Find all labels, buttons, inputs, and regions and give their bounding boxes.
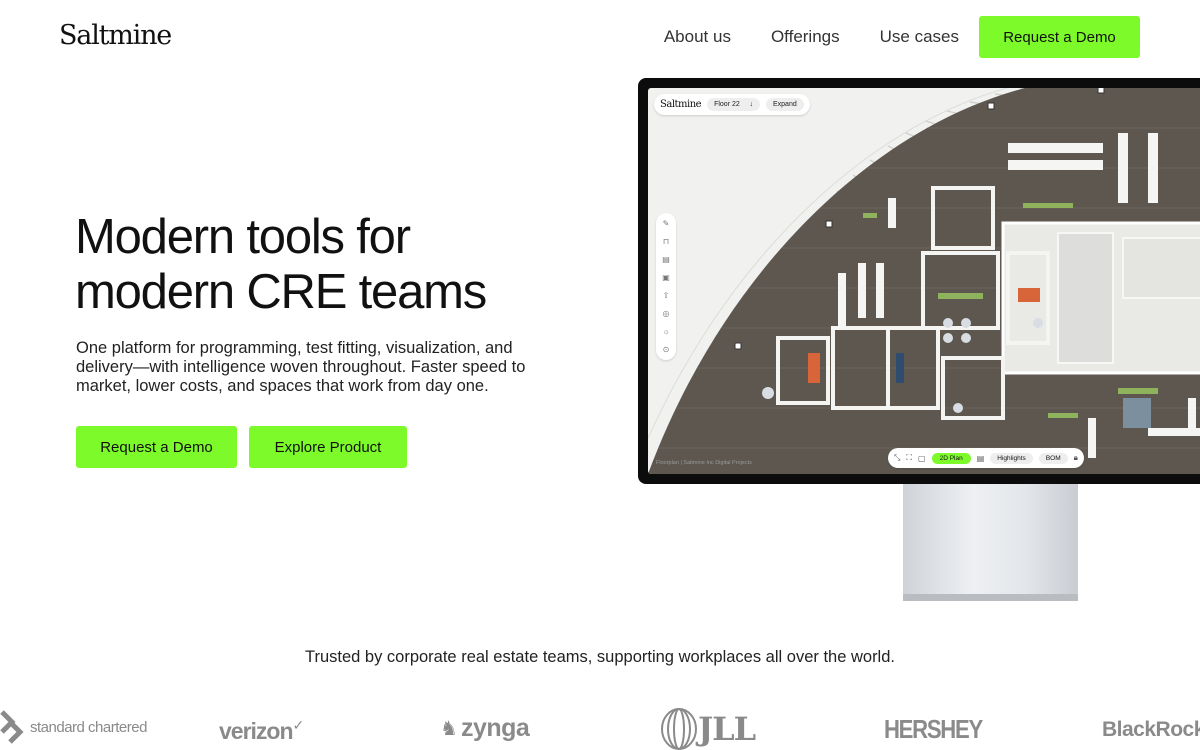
- frame-icon[interactable]: ▢: [918, 454, 926, 463]
- zynga-logo: ♞ zynga: [440, 714, 530, 743]
- settings-icon[interactable]: ⊙: [661, 343, 671, 356]
- list-icon[interactable]: ▤: [977, 454, 985, 463]
- fullscreen-icon[interactable]: ⛶: [906, 453, 912, 463]
- zynga-text: zynga: [460, 714, 530, 742]
- collapse-icon[interactable]: ⤡: [894, 453, 900, 463]
- view-2d-plan-button[interactable]: 2D Plan: [931, 452, 971, 464]
- highlights-button[interactable]: Highlights: [990, 452, 1033, 464]
- explore-product-button[interactable]: Explore Product: [249, 426, 407, 468]
- standard-chartered-text: standard chartered: [30, 718, 147, 736]
- app-top-bar: Saltmine Floor 22 ↓ Expand: [654, 94, 810, 115]
- standard-chartered-logo: standard chartered: [0, 710, 147, 744]
- nav-use-cases[interactable]: Use cases: [880, 16, 959, 58]
- hero-title: Modern tools for modern CRE teams: [75, 210, 595, 320]
- jll-rings-icon: [661, 708, 697, 750]
- header-request-demo-button[interactable]: Request a Demo: [979, 16, 1140, 58]
- layers-icon[interactable]: ▣: [661, 271, 671, 284]
- monitor-stand: [903, 484, 1078, 596]
- site-logo[interactable]: Saltmine: [59, 20, 172, 51]
- app-bottom-toolbar: ⤡ ⛶ ▢ 2D Plan ▤ Highlights BOM 🔒︎: [888, 448, 1084, 468]
- monitor-stand-base: [903, 594, 1078, 601]
- floorplan-render: [648, 88, 1200, 474]
- hero-request-demo-button[interactable]: Request a Demo: [76, 426, 237, 468]
- hero-subtitle: One platform for programming, test fitti…: [76, 339, 526, 395]
- hero-title-line2: modern CRE teams: [75, 265, 487, 319]
- chevron-down-icon: ↓: [749, 101, 754, 108]
- upload-icon[interactable]: ⇧: [661, 289, 671, 302]
- checkmark-icon: ✓: [292, 717, 305, 733]
- verizon-logo: verizon ✓: [219, 717, 305, 745]
- lock-icon[interactable]: 🔒︎: [1074, 453, 1078, 463]
- document-icon[interactable]: ▤: [661, 253, 671, 266]
- blackrock-logo: BlackRock: [1102, 718, 1200, 742]
- standard-chartered-mark-icon: [0, 710, 24, 744]
- hero-title-line1: Modern tools for: [75, 210, 411, 264]
- app-screen: Saltmine Floor 22 ↓ Expand ✎ ⊓ ▤ ▣ ⇧ ◎ ☼…: [648, 88, 1200, 474]
- nav-about-us[interactable]: About us: [664, 16, 731, 58]
- blackrock-text: BlackRock: [1102, 718, 1200, 741]
- seat-icon[interactable]: ⊓: [661, 235, 671, 248]
- app-logo: Saltmine: [660, 99, 702, 110]
- floor-label: Floor 22: [714, 101, 740, 108]
- client-logos: standard chartered verizon ✓ ♞ zynga JLL…: [0, 700, 1200, 750]
- nav-offerings[interactable]: Offerings: [771, 16, 840, 58]
- sun-icon[interactable]: ☼: [661, 325, 671, 338]
- jll-logo: JLL: [660, 708, 756, 750]
- expand-button[interactable]: Expand: [766, 98, 804, 111]
- main-nav: About us Offerings Use cases Request a D…: [664, 16, 1140, 58]
- hershey-logo: HERSHEY: [884, 714, 999, 745]
- zynga-dog-icon: ♞: [440, 718, 458, 740]
- bom-button[interactable]: BOM: [1038, 452, 1068, 464]
- hershey-text: HERSHEY: [884, 714, 983, 744]
- floor-selector[interactable]: Floor 22 ↓: [707, 98, 760, 111]
- verizon-text: verizon: [219, 718, 294, 744]
- app-caption: Floorplan | Saltmine Inc Digital Project…: [656, 460, 752, 466]
- app-left-toolbar: ✎ ⊓ ▤ ▣ ⇧ ◎ ☼ ⊙: [656, 213, 676, 360]
- hero-buttons: Request a Demo Explore Product: [76, 426, 407, 468]
- camera-icon[interactable]: ◎: [661, 307, 671, 320]
- trust-statement: Trusted by corporate real estate teams, …: [304, 648, 895, 666]
- jll-text: JLL: [698, 710, 756, 748]
- pencil-icon[interactable]: ✎: [661, 217, 671, 230]
- monitor-frame: Saltmine Floor 22 ↓ Expand ✎ ⊓ ▤ ▣ ⇧ ◎ ☼…: [638, 78, 1200, 484]
